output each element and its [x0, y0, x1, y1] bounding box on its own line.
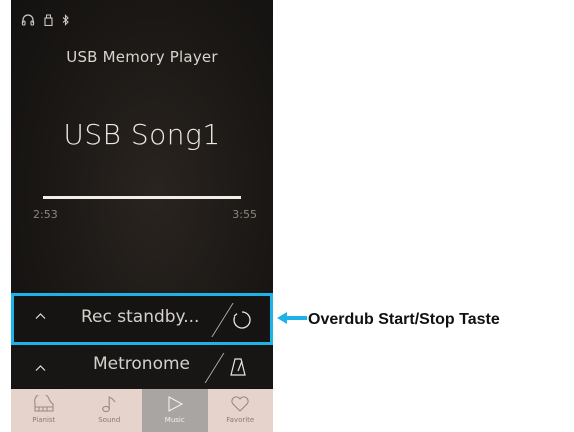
chevron-up-icon[interactable] — [35, 360, 46, 376]
tab-label: Pianist — [32, 416, 56, 424]
player-title: USB Memory Player — [66, 48, 218, 66]
usb-icon — [44, 14, 53, 26]
metronome-row: Metronome — [11, 348, 273, 388]
divider — [204, 353, 225, 383]
progress-bar[interactable] — [43, 196, 241, 199]
tab-sound[interactable]: Sound — [77, 389, 143, 432]
tab-pianist[interactable]: Pianist — [11, 389, 77, 432]
tab-favorite[interactable]: Favorite — [208, 389, 274, 432]
tab-label: Favorite — [226, 416, 255, 424]
bottom-nav: Pianist Sound Music Favorite — [11, 389, 273, 432]
bluetooth-icon — [62, 14, 70, 26]
app-screen: USB Memory Player USB Song1 2:53 3:55 Re… — [11, 0, 273, 432]
callout-label: Overdub Start/Stop Taste — [308, 311, 500, 328]
metronome-icon[interactable] — [230, 357, 246, 381]
play-icon — [166, 395, 184, 413]
callout-arrow-icon — [276, 310, 308, 330]
tab-label: Music — [164, 416, 185, 424]
music-note-icon — [100, 395, 118, 413]
callout-highlight-box — [11, 293, 273, 345]
progress-fill — [43, 196, 241, 199]
heart-icon — [230, 395, 250, 413]
elapsed-time: 2:53 — [33, 208, 58, 221]
piano-icon — [33, 395, 55, 413]
metronome-label: Metronome — [93, 354, 191, 374]
status-bar — [21, 12, 70, 28]
total-time: 3:55 — [232, 208, 257, 221]
tab-music[interactable]: Music — [142, 389, 208, 432]
tab-label: Sound — [98, 416, 121, 424]
headphones-icon — [21, 14, 35, 26]
song-title: USB Song1 — [63, 118, 221, 151]
